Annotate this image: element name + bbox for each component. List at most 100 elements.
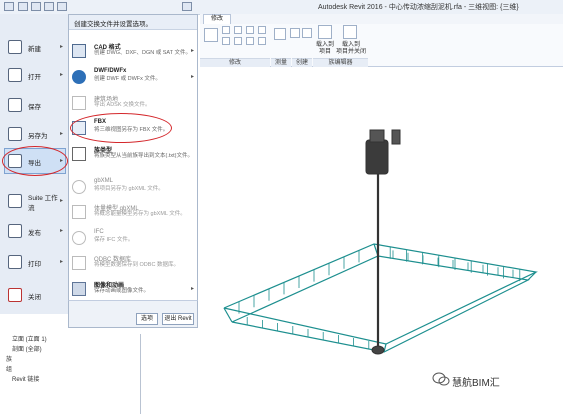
menu-item-label: 打开	[28, 74, 41, 81]
print-icon	[8, 255, 22, 269]
export-item-dwf[interactable]: DWF/DWFx 创建 DWF 或 DWFx 文件。 ▸	[72, 68, 194, 94]
rotate-icon[interactable]	[246, 37, 254, 45]
create-icon[interactable]	[302, 28, 312, 38]
menu-item-new[interactable]: 新建 ▸	[2, 34, 66, 62]
export-annotation-ellipse	[2, 146, 68, 176]
cad-icon	[72, 44, 86, 58]
motor	[369, 129, 385, 143]
menu-item-save-as[interactable]: 另存为 ▸	[2, 121, 66, 149]
bridge-lower-outline	[231, 255, 530, 353]
align-icon[interactable]	[222, 26, 230, 34]
menu-item-label: Suite 工作流	[28, 195, 58, 212]
dimension-icon[interactable]	[290, 28, 300, 38]
chevron-right-icon: ▸	[60, 72, 64, 78]
tab-modify[interactable]: 修改	[203, 14, 231, 24]
chevron-right-icon: ▸	[60, 44, 64, 50]
modify-tool-icon[interactable]	[204, 28, 218, 42]
qat-print-icon[interactable]	[182, 2, 192, 11]
submenu-header: 创建交换文件并设置选项。	[69, 15, 197, 30]
measure-icon[interactable]	[274, 28, 286, 40]
panel-family-editor-label: 族编辑器	[313, 58, 368, 67]
menu-item-close[interactable]: 关闭	[2, 282, 66, 310]
panel-modify-label: 修改	[200, 58, 270, 67]
view-divider	[140, 334, 141, 414]
bridge-end-right	[527, 271, 537, 281]
export-item-desc: 将模型数据保存到 ODBC 数据库。	[94, 262, 179, 268]
export-item-desc: 导出 ADSK 交换文件。	[94, 102, 151, 108]
menu-item-label: 关闭	[28, 294, 41, 301]
export-item-desc: 保存动画或图像文件。	[94, 288, 150, 294]
menu-item-label: 保存	[28, 104, 41, 111]
export-item-desc: 保存 IFC 文件。	[94, 237, 134, 243]
menu-item-suite-workflows[interactable]: Suite 工作流 ▸	[2, 188, 66, 216]
family-types-icon	[72, 147, 86, 161]
menu-item-publish[interactable]: 发布 ▸	[2, 218, 66, 246]
3d-model-view[interactable]	[196, 100, 556, 370]
window-title: Autodesk Revit 2016 - 中心传动浓缩刮泥机.rfa - 三维…	[318, 4, 519, 11]
delete-icon[interactable]	[258, 37, 266, 45]
load-into-project-icon[interactable]	[318, 25, 332, 39]
save-as-icon	[8, 127, 22, 141]
copy-icon[interactable]	[246, 26, 254, 34]
export-item-title: IFC	[94, 229, 104, 235]
offset-icon[interactable]	[222, 37, 230, 45]
mass-gbxml-icon	[72, 205, 86, 219]
export-item-mass-gbxml: 体量模型 gbXML 将概念能量模型另存为 gbXML 文件。	[72, 203, 194, 229]
suite-icon	[8, 194, 22, 208]
ifc-icon	[72, 231, 86, 245]
qat-save-icon[interactable]	[31, 2, 41, 11]
submenu-header-text: 创建交换文件并设置选项。	[74, 21, 152, 28]
export-item-family-types[interactable]: 族类型 将族类型从当前族导出到文本(.txt)文件。	[72, 145, 194, 171]
publish-icon	[8, 224, 22, 238]
chevron-right-icon: ▸	[60, 228, 64, 234]
browser-item-elevation[interactable]: 立面 (立面 1)	[12, 334, 47, 343]
close-icon	[8, 288, 22, 302]
gbxml-icon	[72, 180, 86, 194]
app-menu-icon[interactable]	[4, 2, 14, 11]
open-icon	[8, 68, 22, 82]
qat-redo-icon[interactable]	[57, 2, 67, 11]
bridge-outline	[223, 243, 538, 345]
export-item-gbxml: gbXML 将项目另存为 gbXML 文件。	[72, 178, 194, 204]
chevron-right-icon: ▸	[60, 259, 64, 265]
chevron-right-icon: ▸	[190, 74, 194, 80]
panel-create-label: 创建	[292, 58, 312, 67]
trim-icon[interactable]	[258, 26, 266, 34]
mirror-icon[interactable]	[234, 26, 242, 34]
load-into-project-close-icon[interactable]	[343, 25, 357, 39]
qat-undo-icon[interactable]	[44, 2, 54, 11]
browser-item-groups[interactable]: 组	[6, 364, 12, 373]
export-item-desc: 创建 DWG、DXF、DGN 或 SAT 文件。	[94, 50, 191, 56]
chevron-right-icon: ▸	[60, 131, 64, 137]
chevron-right-icon: ▸	[60, 198, 64, 204]
move-icon[interactable]	[234, 37, 242, 45]
fbx-annotation-ellipse	[70, 113, 172, 143]
odbc-icon	[72, 256, 86, 270]
menu-item-save[interactable]: 保存	[2, 92, 66, 120]
site-icon	[72, 96, 86, 110]
qat-open-icon[interactable]	[18, 2, 28, 11]
gearbox	[391, 129, 401, 145]
save-icon	[8, 98, 22, 112]
export-item-desc: 将项目另存为 gbXML 文件。	[94, 186, 164, 192]
drive-head	[365, 139, 389, 175]
menu-item-print[interactable]: 打印 ▸	[2, 249, 66, 277]
panel-measure-label: 测量	[271, 58, 291, 67]
export-item-desc: 将族类型从当前族导出到文本(.txt)文件。	[94, 153, 193, 159]
load-into-project-label[interactable]: 载入到 项目	[312, 42, 338, 56]
dwf-icon	[72, 70, 86, 84]
browser-item-families[interactable]: 族	[6, 354, 12, 363]
options-button[interactable]: 选项	[136, 313, 158, 325]
menu-item-label: 发布	[28, 230, 41, 237]
chevron-right-icon: ▸	[190, 48, 194, 54]
browser-item-revit-links[interactable]: Revit 链接	[12, 374, 39, 383]
exit-revit-button[interactable]: 退出 Revit	[162, 313, 194, 325]
load-into-project-close-label[interactable]: 载入到 项目并关闭	[336, 42, 366, 56]
export-item-ifc: IFC 保存 IFC 文件。	[72, 229, 194, 255]
bottom-bearing	[371, 345, 385, 355]
export-item-desc: 创建 DWF 或 DWFx 文件。	[94, 76, 161, 82]
menu-item-open[interactable]: 打开 ▸	[2, 62, 66, 90]
ribbon-tab-strip	[200, 14, 563, 24]
browser-item-sections[interactable]: 剖面 (全部)	[12, 344, 42, 353]
export-item-cad[interactable]: CAD 格式 创建 DWG、DXF、DGN 或 SAT 文件。 ▸	[72, 42, 194, 68]
